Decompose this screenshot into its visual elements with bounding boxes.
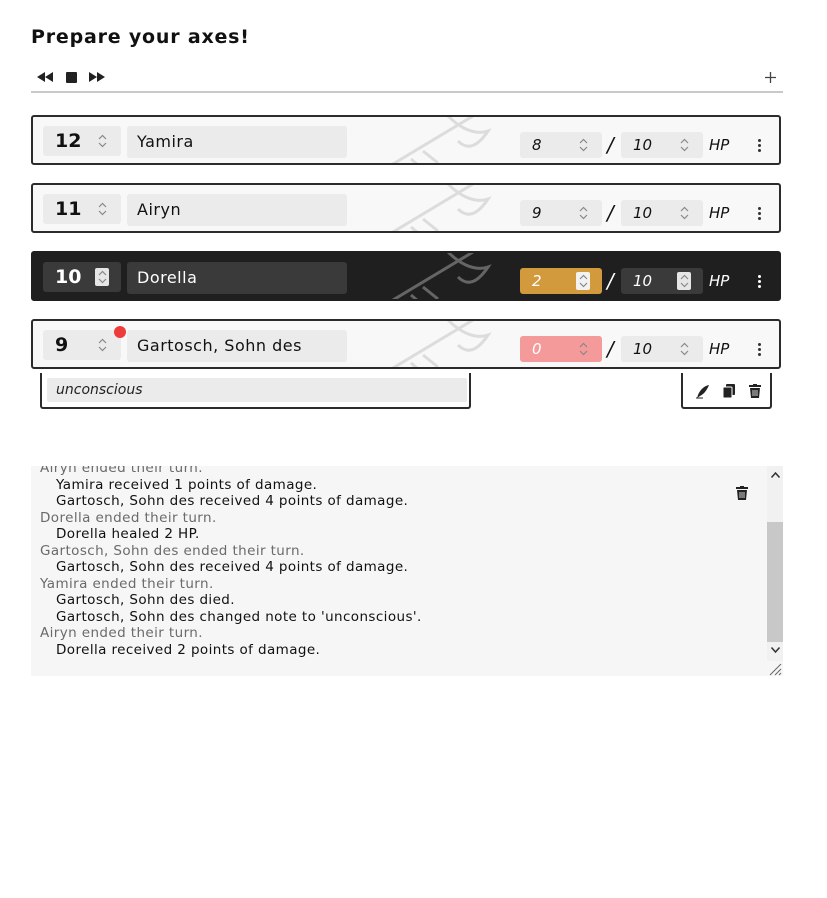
note-panel: unconscious: [40, 373, 471, 409]
page-title: Prepare your axes!: [31, 26, 250, 48]
spinner-icon[interactable]: [576, 340, 590, 358]
resize-handle-icon[interactable]: [767, 661, 783, 676]
current-hp-input[interactable]: 8: [520, 132, 602, 158]
hp-label: HP: [709, 204, 730, 222]
hp-separator: /: [607, 337, 614, 361]
hp-separator: /: [607, 133, 614, 157]
note-actions: [681, 373, 772, 409]
current-hp-value: 2: [532, 272, 542, 290]
spinner-icon[interactable]: [576, 136, 590, 154]
log-line: Dorella healed 2 HP.: [56, 526, 200, 542]
max-hp-input[interactable]: 10: [621, 200, 703, 226]
initiative-input[interactable]: 9: [43, 330, 121, 360]
quill-pen-icon[interactable]: [694, 383, 710, 399]
initiative-value: 11: [55, 198, 82, 220]
log-scrollbar[interactable]: [767, 466, 783, 661]
log-lines: Airyn ended their turn. Yamira received 1…: [40, 466, 422, 658]
fast-forward-icon[interactable]: [88, 69, 106, 85]
log-line: Gartosch, Sohn des ended their turn.: [40, 542, 305, 559]
spinner-icon[interactable]: [576, 204, 590, 222]
chevron-up-icon[interactable]: [767, 468, 783, 482]
kebab-menu-icon[interactable]: [753, 134, 765, 156]
spinner-icon[interactable]: [95, 132, 109, 150]
current-hp-value: 9: [532, 204, 542, 222]
stop-icon[interactable]: [62, 69, 80, 85]
combatant-row: 10 Dorella 2 / 10 HP: [31, 251, 781, 301]
axe-watermark-icon: [363, 117, 503, 163]
trash-icon[interactable]: [747, 383, 763, 399]
rewind-icon[interactable]: [36, 69, 54, 85]
log-line: Dorella ended their turn.: [40, 509, 217, 526]
log-line: Airyn ended their turn.: [40, 625, 203, 641]
trash-icon[interactable]: [736, 485, 752, 501]
hp-label: HP: [709, 272, 730, 290]
spinner-icon[interactable]: [576, 272, 590, 290]
log-line: Airyn ended their turn.: [40, 466, 203, 476]
copy-icon[interactable]: [721, 383, 737, 399]
turn-toolbar: [31, 64, 783, 93]
spinner-icon[interactable]: [95, 268, 109, 286]
hp-separator: /: [607, 269, 614, 293]
max-hp-value: 10: [633, 204, 653, 222]
kebab-menu-icon[interactable]: [753, 338, 765, 360]
scroll-thumb[interactable]: [767, 522, 783, 642]
max-hp-input[interactable]: 10: [621, 268, 703, 294]
log-line: Dorella received 2 points of damage.: [56, 641, 321, 658]
hp-label: HP: [709, 340, 730, 358]
initiative-input[interactable]: 12: [43, 126, 121, 156]
combatant-row: 12 Yamira 8 / 10 HP: [31, 115, 781, 165]
current-hp-input[interactable]: 9: [520, 200, 602, 226]
combat-log[interactable]: Airyn ended their turn. Yamira received 1…: [31, 466, 783, 676]
hp-separator: /: [607, 201, 614, 225]
initiative-value: 10: [55, 266, 82, 288]
log-line: Gartosch, Sohn des received 4 points of …: [56, 559, 409, 575]
max-hp-input[interactable]: 10: [621, 132, 703, 158]
note-badge: [114, 326, 126, 338]
axe-watermark-icon: [363, 321, 503, 367]
hp-label: HP: [709, 136, 730, 154]
axe-watermark-icon: [363, 185, 503, 231]
spinner-icon[interactable]: [677, 204, 691, 222]
spinner-icon[interactable]: [677, 340, 691, 358]
spinner-icon[interactable]: [95, 200, 109, 218]
current-hp-value: 8: [532, 136, 542, 154]
max-hp-input[interactable]: 10: [621, 336, 703, 362]
current-hp-value: 0: [532, 340, 542, 358]
name-input[interactable]: Dorella: [127, 262, 347, 294]
chevron-down-icon[interactable]: [767, 643, 783, 657]
max-hp-value: 10: [633, 340, 653, 358]
log-line: Yamira ended their turn.: [40, 575, 214, 592]
initiative-input[interactable]: 10: [43, 262, 121, 292]
combatant-row: 11 Airyn 9 / 10 HP: [31, 183, 781, 233]
log-line: Gartosch, Sohn des changed note to 'unco…: [56, 608, 422, 625]
axe-watermark-icon: [363, 253, 503, 299]
spinner-icon[interactable]: [95, 336, 109, 354]
initiative-input[interactable]: 11: [43, 194, 121, 224]
name-input[interactable]: Airyn: [127, 194, 347, 226]
initiative-value: 12: [55, 130, 82, 152]
log-line: Gartosch, Sohn des received 4 points of …: [56, 493, 409, 509]
max-hp-value: 10: [633, 136, 653, 154]
max-hp-value: 10: [633, 272, 653, 290]
log-line: Gartosch, Sohn des died.: [56, 592, 235, 608]
kebab-menu-icon[interactable]: [753, 202, 765, 224]
name-input[interactable]: Yamira: [127, 126, 347, 158]
log-line: Yamira received 1 points of damage.: [56, 476, 318, 493]
note-input[interactable]: unconscious: [47, 378, 467, 402]
current-hp-input[interactable]: 2: [520, 268, 602, 294]
initiative-value: 9: [55, 334, 69, 356]
combatant-row: 9 Gartosch, Sohn des 0 / 10 HP: [31, 319, 781, 369]
spinner-icon[interactable]: [677, 272, 691, 290]
current-hp-input[interactable]: 0: [520, 336, 602, 362]
plus-icon[interactable]: [761, 69, 779, 85]
spinner-icon[interactable]: [677, 136, 691, 154]
kebab-menu-icon[interactable]: [753, 270, 765, 292]
name-input[interactable]: Gartosch, Sohn des: [127, 330, 347, 362]
